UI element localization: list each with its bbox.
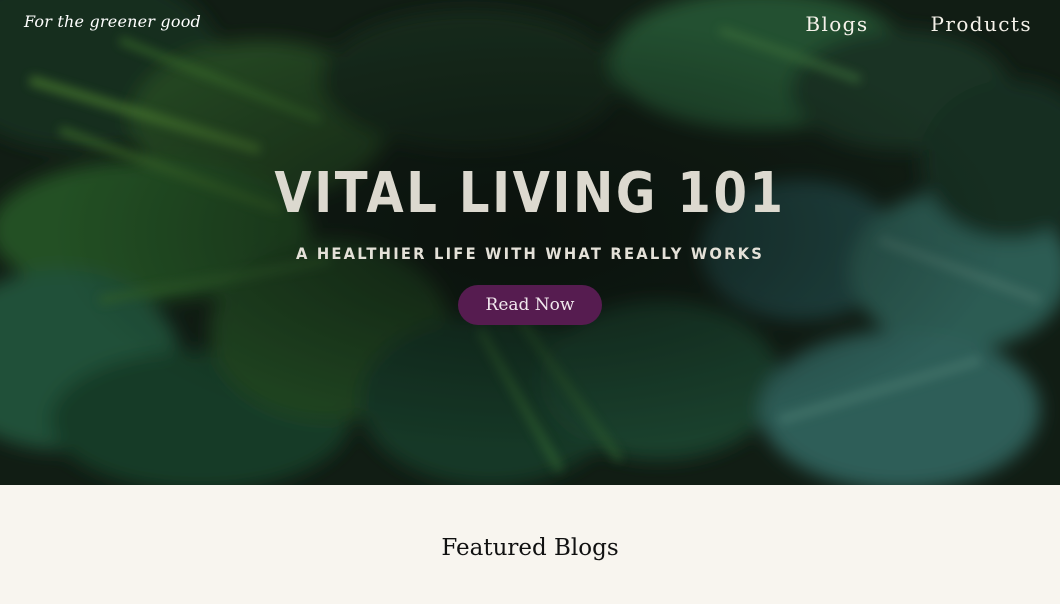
featured-blogs-heading: Featured Blogs [441,535,619,561]
hero-subtitle: A HEALTHIER LIFE WITH WHAT REALLY WORKS [295,244,765,263]
hero-section: For the greener good Blogs Products VITA… [0,0,1060,485]
nav-link-products[interactable]: Products [931,12,1032,36]
brand-logo-text[interactable]: For the greener good [24,12,201,31]
featured-blogs-section: Featured Blogs [0,485,1060,604]
main-nav: Blogs Products [805,12,1032,36]
hero-title: VITAL LIVING 101 [274,161,786,226]
hero-content: VITAL LIVING 101 A HEALTHIER LIFE WITH W… [0,160,1060,325]
nav-link-blogs[interactable]: Blogs [805,12,868,36]
read-now-button[interactable]: Read Now [458,285,602,325]
